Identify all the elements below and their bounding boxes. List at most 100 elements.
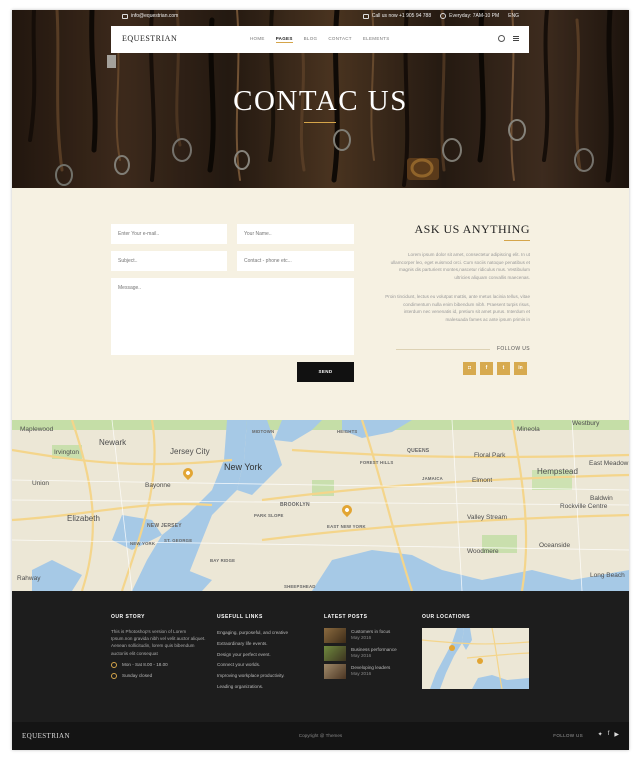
- page-frame: info@equestrian.com Call us now +1 905 9…: [12, 10, 629, 750]
- contact-section: SEND ASK US ANYTHING Lorem ipsum dolor s…: [12, 188, 629, 420]
- footer-follow-label: FOLLOW US: [553, 733, 583, 738]
- twitter-icon[interactable]: t: [497, 362, 510, 375]
- post-date: May 2016: [351, 635, 372, 640]
- follow-divider: [396, 349, 490, 350]
- language-selector[interactable]: ENG: [508, 13, 519, 19]
- map-label: Newark: [99, 438, 127, 447]
- title-underline: [304, 122, 336, 123]
- email-field[interactable]: [111, 224, 227, 244]
- post-item[interactable]: Developing leaders May 2016: [324, 664, 414, 679]
- top-info-bar: info@equestrian.com Call us now +1 905 9…: [12, 10, 629, 26]
- subject-field[interactable]: [111, 251, 227, 271]
- nav-item-elements[interactable]: ELEMENTS: [363, 36, 390, 43]
- name-field[interactable]: [237, 224, 354, 244]
- contact-field[interactable]: [237, 251, 354, 271]
- map-label: East Meadow: [589, 460, 629, 467]
- twitter-icon[interactable]: ✦: [598, 731, 603, 738]
- site-logo[interactable]: EQUESTRIAN: [122, 34, 177, 43]
- facebook-icon[interactable]: f: [480, 362, 493, 375]
- hero-banner: info@equestrian.com Call us now +1 905 9…: [12, 10, 629, 188]
- footer-story: OUR STORY This is Photoshop's version of…: [111, 614, 206, 679]
- map-label: Mineola: [517, 426, 540, 433]
- post-item[interactable]: Business performance May 2016: [324, 646, 414, 661]
- topbar-hours-text: Everyday: 7AM-10 PM: [449, 13, 500, 19]
- youtube-icon[interactable]: ▶: [614, 731, 619, 738]
- footer-link[interactable]: Improving workplace productivity.: [217, 671, 312, 682]
- clock-icon: [440, 13, 447, 19]
- ask-paragraph-1: Lorem ipsum dolor sit amet, consectetur …: [390, 252, 530, 280]
- map-label: Bayonne: [145, 482, 171, 489]
- footer-posts-title: LATEST POSTS: [324, 614, 368, 620]
- map-label: Valley Stream: [467, 514, 507, 521]
- map-label: Irvington: [54, 449, 79, 456]
- footer-links: USEFULL LINKS Engaging, purposeful, and …: [217, 614, 312, 693]
- clock-icon: [111, 661, 117, 668]
- footer-hours-weekdays: Mon - Sat 8.00 - 18.00: [111, 661, 206, 668]
- map-label: Elizabeth: [67, 514, 100, 523]
- footer-link[interactable]: Leading organizations.: [217, 682, 312, 693]
- send-button[interactable]: SEND: [297, 362, 354, 382]
- footer-posts: LATEST POSTS Customers in focus May 2016…: [324, 614, 414, 682]
- post-item[interactable]: Customers in focus May 2016: [324, 628, 414, 643]
- footer-link[interactable]: Design your perfect event.: [217, 650, 312, 661]
- post-date: May 2016: [351, 653, 372, 658]
- footer-mini-map[interactable]: [422, 628, 529, 689]
- topbar-email[interactable]: info@equestrian.com: [122, 13, 178, 19]
- map-label: Baldwin: [590, 495, 613, 502]
- map-label: New York: [224, 462, 263, 472]
- hamburger-menu-icon[interactable]: [513, 36, 519, 41]
- map-label: QUEENS: [407, 448, 430, 454]
- post-thumbnail: [324, 664, 346, 679]
- footer-social-icons: ✦ f ▶: [598, 731, 619, 738]
- ask-title: ASK US ANYTHING: [414, 222, 530, 236]
- topbar-right: Call us now +1 905 94 788 Everyday: 7AM-…: [362, 13, 519, 19]
- map-label: MIDTOWN: [252, 429, 275, 434]
- map-label: BROOKLYN: [280, 502, 310, 508]
- instagram-icon[interactable]: ◘: [463, 362, 476, 375]
- post-date: May 2016: [351, 671, 372, 676]
- hours-sunday-text: Sunday closed: [122, 673, 153, 679]
- footer-locations-title: OUR LOCATIONS: [422, 614, 471, 620]
- map-label: FOREST HILLS: [360, 460, 394, 465]
- topbar-email-text: info@equestrian.com: [131, 13, 179, 19]
- footer-story-text: This is Photoshop's version of Lorem Ips…: [111, 629, 206, 656]
- map-label: Rahway: [17, 575, 41, 582]
- map-label: Oceanside: [539, 542, 571, 549]
- map-label: PARK SLOPE: [254, 513, 284, 518]
- footer: OUR STORY This is Photoshop's version of…: [12, 591, 629, 722]
- linkedin-icon[interactable]: in: [514, 362, 527, 375]
- envelope-icon: [122, 13, 128, 19]
- copyright-text: Copyright @ Themes: [298, 733, 343, 738]
- nav-item-home[interactable]: HOME: [250, 36, 265, 43]
- location-map[interactable]: Maplewood Newark Irvington Jersey City U…: [12, 420, 629, 591]
- follow-label: FOLLOW US: [496, 346, 530, 352]
- mini-map-graphic: [422, 628, 529, 689]
- map-label: Floral Park: [474, 452, 506, 459]
- post-title: Customers in focus: [351, 629, 391, 634]
- map-label: Jersey City: [170, 447, 210, 456]
- map-label: JAMAICA: [422, 476, 443, 481]
- topbar-hours: Everyday: 7AM-10 PM: [440, 13, 499, 19]
- phone-icon: [362, 13, 369, 19]
- nav-item-pages[interactable]: PAGES: [275, 36, 293, 43]
- follow-row: FOLLOW US: [396, 344, 530, 354]
- map-label: Elmont: [472, 477, 493, 484]
- post-thumbnail: [324, 628, 346, 643]
- footer-link[interactable]: Connect your worlds.: [217, 660, 312, 671]
- nav-item-blog[interactable]: BLOG: [304, 36, 318, 43]
- footer-locations: OUR LOCATIONS: [422, 614, 532, 689]
- footer-links-title: USEFULL LINKS: [217, 614, 263, 620]
- facebook-icon[interactable]: f: [608, 731, 610, 738]
- footer-link[interactable]: Engaging, purposeful, and creative: [217, 628, 312, 639]
- footer-link[interactable]: Extraordinary life events.: [217, 639, 312, 650]
- page-title: CONTAC US: [233, 85, 408, 117]
- topbar-phone: Call us now +1 905 94 788: [362, 13, 431, 19]
- message-field[interactable]: [111, 278, 354, 355]
- ask-title-underline: [504, 240, 530, 241]
- search-icon[interactable]: [498, 35, 505, 42]
- nav-item-contact[interactable]: CONTACT: [328, 36, 352, 43]
- map-label: EAST NEW YORK: [327, 524, 366, 529]
- nav-menu: HOME PAGES BLOG CONTACT ELEMENTS: [250, 36, 390, 43]
- footer-hours-sunday: Sunday closed: [111, 672, 206, 679]
- post-title: Business performance: [351, 647, 397, 652]
